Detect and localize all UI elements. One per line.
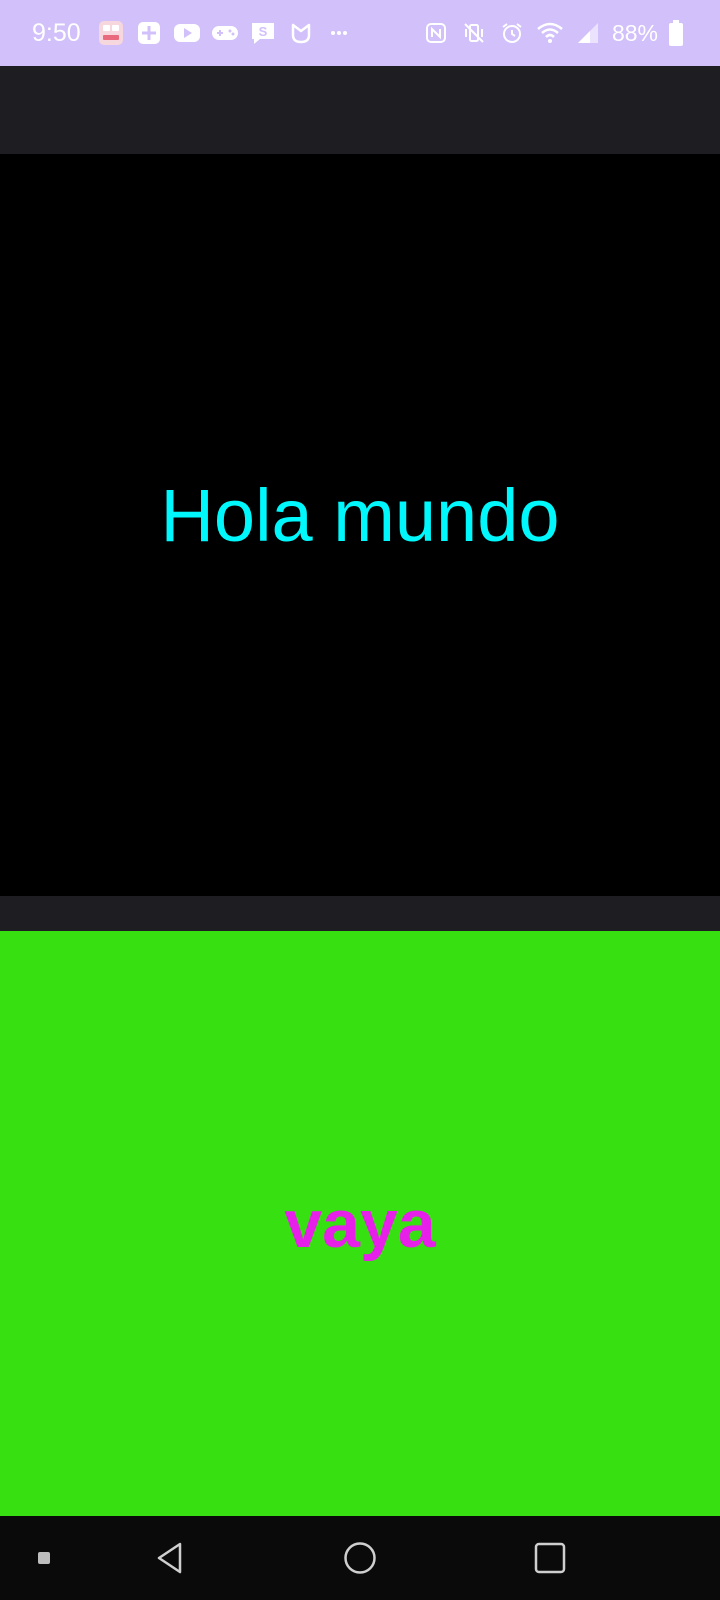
svg-text:S: S <box>258 24 267 39</box>
vibrate-mute-icon <box>460 19 488 47</box>
navigation-bar <box>0 1516 720 1600</box>
status-bar: 9:50 S 88% <box>0 0 720 66</box>
hello-world-text: Hola mundo <box>160 473 560 557</box>
battery-icon <box>668 19 684 47</box>
alarm-icon <box>498 19 526 47</box>
app-bar <box>0 66 720 154</box>
message-s-icon: S <box>249 19 277 47</box>
youtube-icon <box>173 19 201 47</box>
gamepad-icon <box>211 19 239 47</box>
menu-square-icon[interactable] <box>22 1516 66 1600</box>
wifi-icon <box>536 19 564 47</box>
plus-app-icon <box>135 19 163 47</box>
panel-divider <box>0 896 720 931</box>
vaya-panel: vaya <box>0 931 720 1516</box>
mi-icon <box>287 19 315 47</box>
recents-icon[interactable] <box>520 1516 580 1600</box>
more-dots-icon <box>325 19 353 47</box>
hello-panel: Hola mundo <box>0 154 720 896</box>
signal-icon <box>574 19 602 47</box>
battery-percent: 88% <box>611 19 658 46</box>
screen: 9:50 S 88% Hola mundo vaya <box>0 0 720 1600</box>
calendar-app-icon <box>97 19 125 47</box>
status-left: 9:50 S <box>32 19 353 48</box>
status-right: 88% <box>422 19 684 47</box>
nfc-icon <box>422 19 450 47</box>
vaya-text: vaya <box>284 1185 436 1262</box>
status-time: 9:50 <box>32 18 81 47</box>
home-icon[interactable] <box>330 1516 390 1600</box>
back-icon[interactable] <box>140 1516 200 1600</box>
